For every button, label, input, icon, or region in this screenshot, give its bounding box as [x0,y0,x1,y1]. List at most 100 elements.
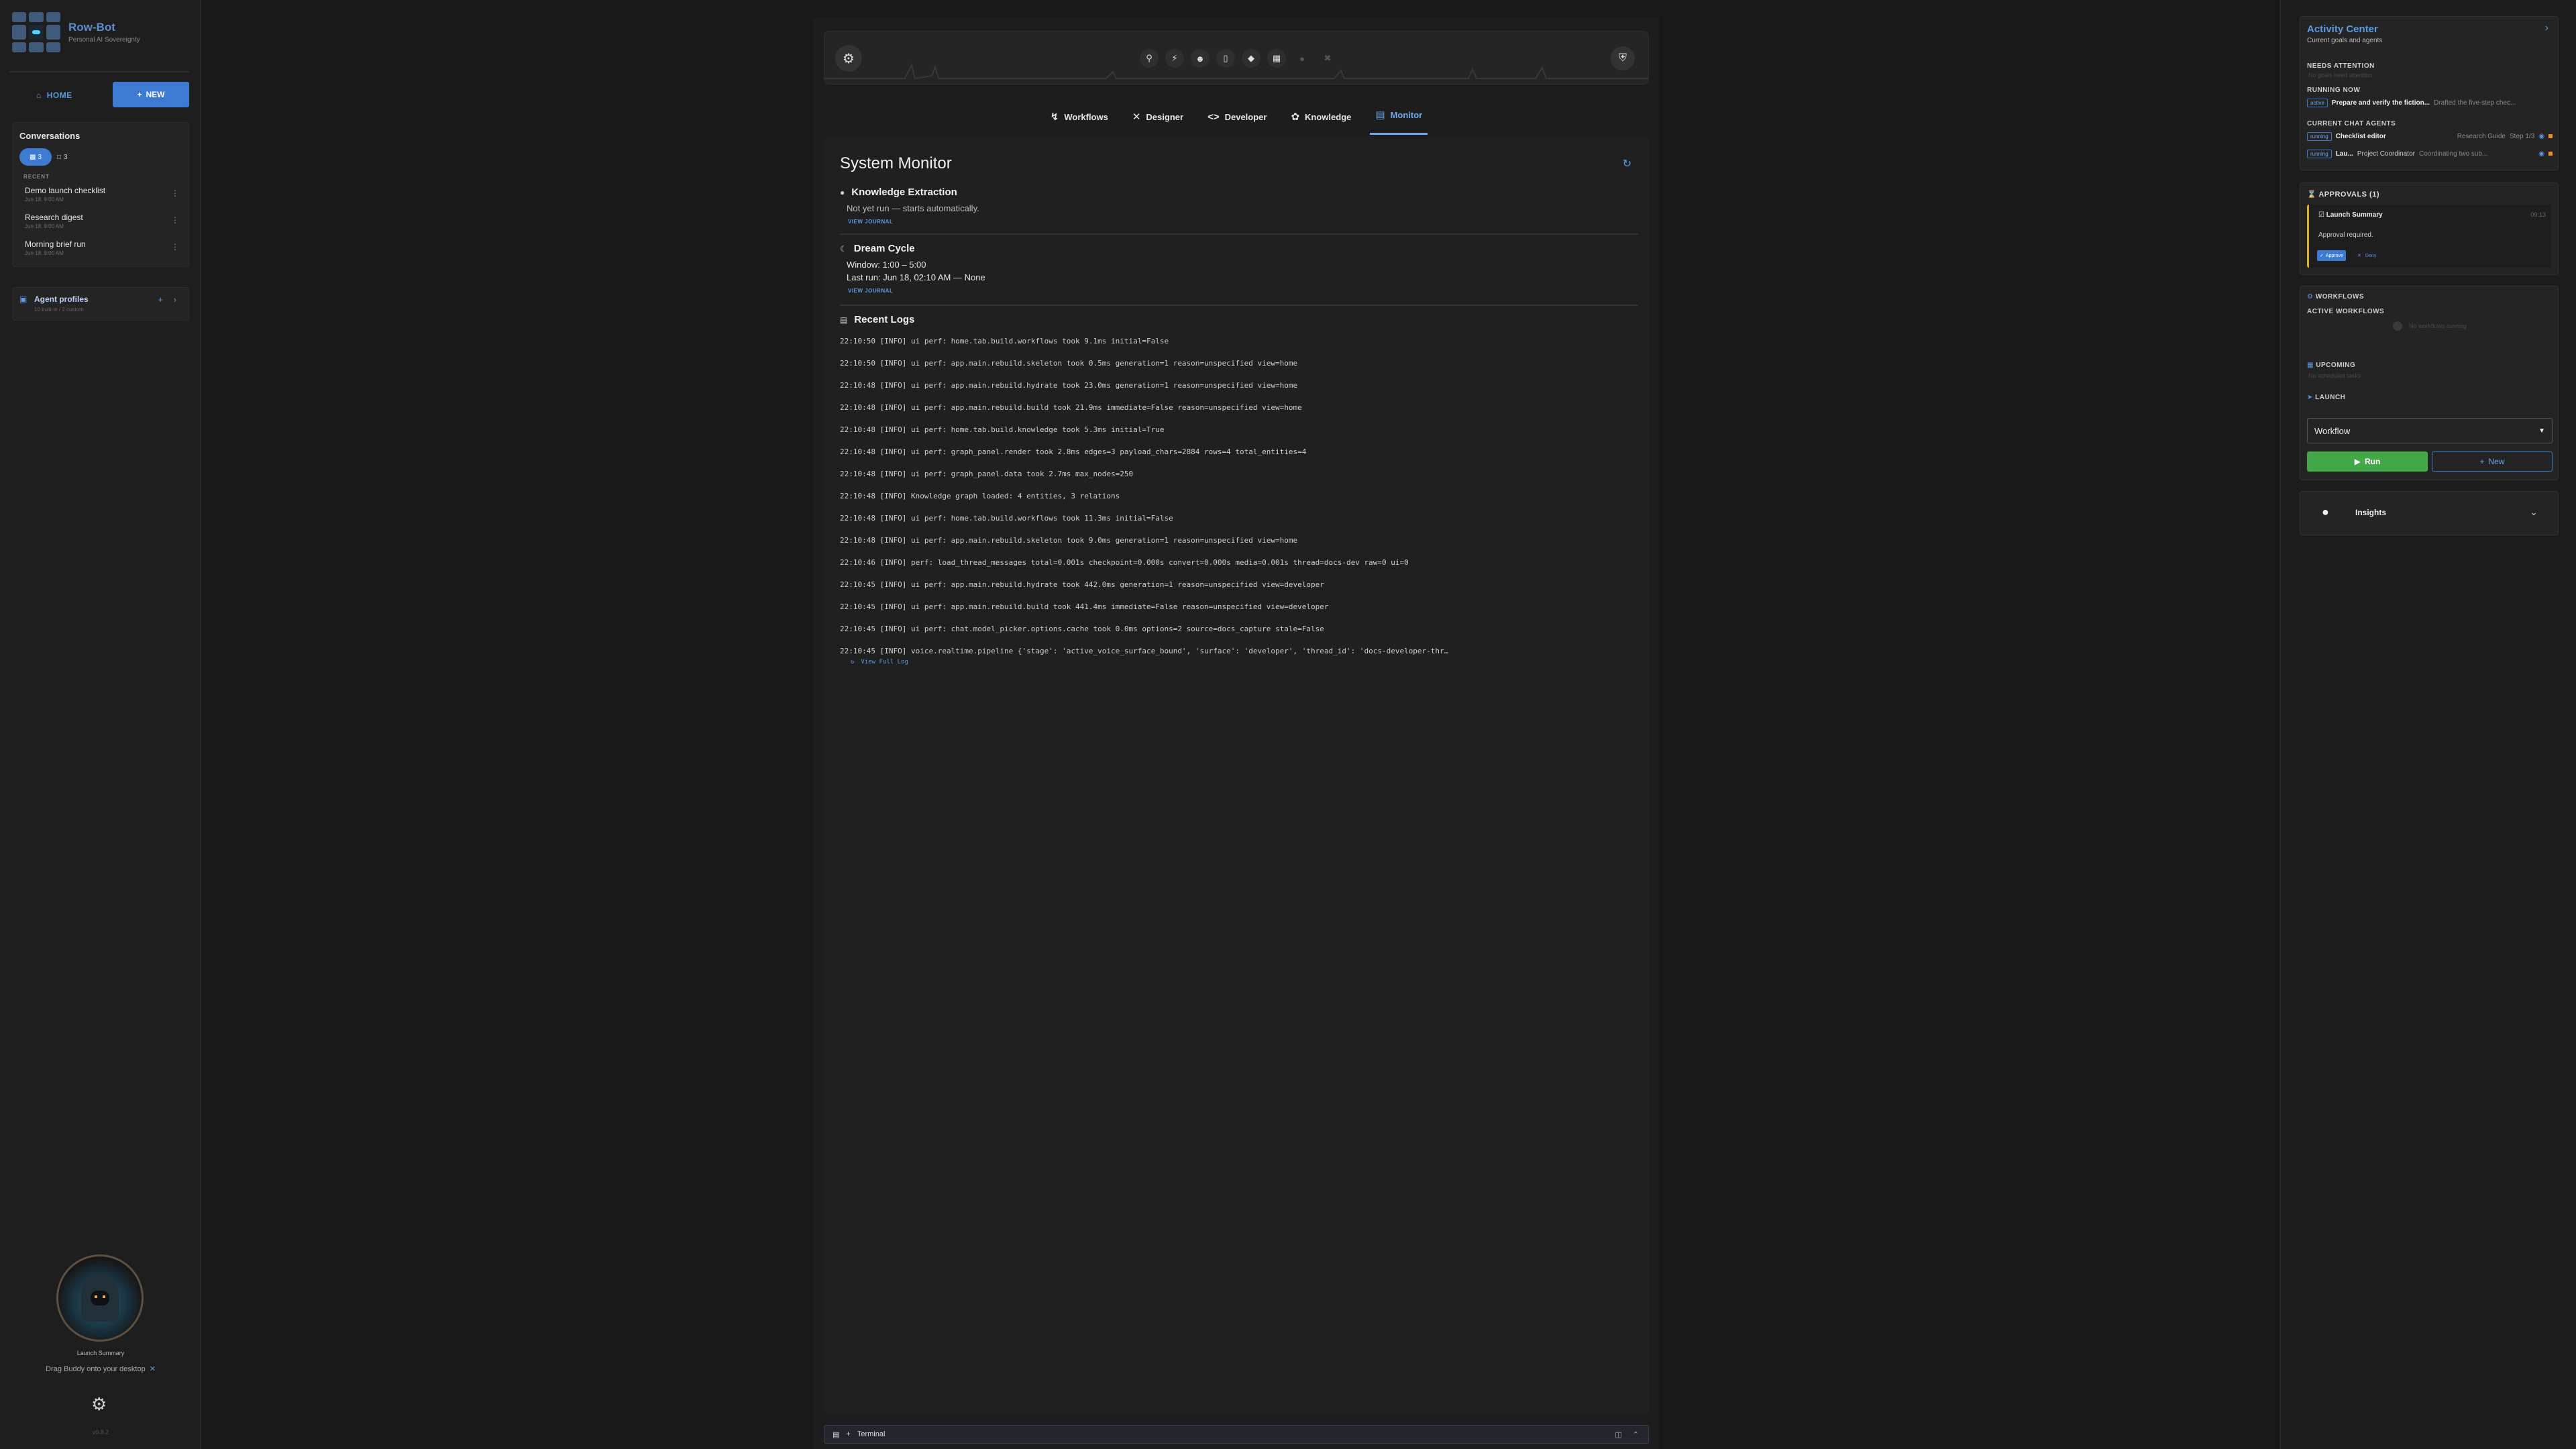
microphone-icon[interactable]: ● [1293,49,1311,68]
running-now-label: RUNNING NOW [2307,87,2361,94]
stop-icon[interactable] [2548,134,2553,138]
version-label: v0.8.2 [92,1429,109,1436]
agent-network-icon[interactable]: ☻ [1191,49,1210,68]
tab-monitor[interactable]: ▤ Monitor [1370,97,1428,135]
lock-icon: ☑ [2318,211,2324,219]
deny-button[interactable]: ✕ Deny [2357,250,2376,261]
refresh-icon[interactable]: ↻ [1623,157,1631,170]
terminal-label: Terminal [857,1430,885,1438]
empty-circle-icon [2392,321,2402,331]
approval-title-text: Launch Summary [2326,211,2383,219]
needs-attention-empty: No goals need attention [2308,72,2373,78]
active-workflows-empty: No workflows running [2300,321,2559,331]
tab-workflows[interactable]: ↯ Workflows [1045,97,1114,137]
goal-detail: Drafted the five-step chec... [2434,99,2516,107]
tab-knowledge[interactable]: ✿ Knowledge [1285,97,1356,137]
more-options-icon[interactable]: ⋮ [171,215,179,225]
conversation-item[interactable]: Demo launch checklist Jun 18, 9:00 AM ⋮ [25,186,186,203]
conversation-item[interactable]: Research digest Jun 18, 9:00 AM ⋮ [25,213,186,229]
chevron-right-icon[interactable]: › [174,294,176,305]
shield-icon[interactable]: ⛨ [1611,46,1635,70]
tab-label: Monitor [1390,109,1423,120]
upcoming-empty: No scheduled tasks [2308,372,2361,379]
bolt-icon: ↯ [1050,111,1059,123]
app-subtitle: Personal AI Sovereignty [68,36,140,44]
stop-icon[interactable] [2548,152,2553,156]
new-button[interactable]: + NEW [113,82,189,107]
home-button[interactable]: ⌂ HOME [27,83,82,107]
plus-icon: + [2479,457,2485,466]
settings-gear-icon[interactable]: ⚙ [91,1394,107,1415]
folder-icon[interactable]: ▯ [1216,49,1235,68]
split-view-icon[interactable]: ◫ [1615,1430,1621,1439]
close-icon[interactable]: ✕ [150,1365,156,1373]
search-globe-icon[interactable]: ⚲ [1140,49,1159,68]
refresh-icon: ↻ [851,659,855,665]
workflow-select[interactable]: Workflow ▼ [2307,418,2553,443]
active-workflows-label: ACTIVE WORKFLOWS [2307,308,2385,315]
view-full-log-link[interactable]: ↻ View Full Log [851,659,1645,665]
app-name: Row-Bot [68,21,115,34]
chevron-up-icon[interactable]: ⌃ [1633,1430,1639,1439]
log-line: 22:10:48 [INFO] ui perf: app.main.rebuil… [840,536,1298,545]
divider [840,233,1638,235]
calendar-icon: ▦ [2307,362,2314,369]
view-journal-link[interactable]: VIEW JOURNAL [848,288,1638,294]
rocket-icon: ➤ [2307,394,2313,401]
dream-cycle-section: ☾ Dream Cycle Window: 1:00 – 5:00 Last ru… [840,243,1638,294]
upcoming-label-text: UPCOMING [2316,362,2356,369]
tab-designer[interactable]: ✕ Designer [1127,97,1189,137]
log-line: 22:10:45 [INFO] ui perf: chat.model_pick… [840,625,1324,633]
puzzle-icon[interactable]: ◆ [1242,49,1260,68]
insights-card[interactable]: ● Insights ⌄ [2300,491,2559,535]
run-button[interactable]: ▶ Run [2307,451,2428,472]
chevron-right-icon[interactable]: › [2545,22,2548,34]
grid-icon[interactable]: ▦ [1267,49,1286,68]
chevron-down-icon[interactable]: ⌄ [2530,506,2538,518]
workflow-icon: ⚙ [2307,293,2314,301]
chats-filter[interactable]: □ 3 [57,148,68,166]
approve-label: Approve [2325,253,2343,258]
brand[interactable]: Row-Bot Personal AI Sovereignty [12,12,140,52]
agent-profiles-card[interactable]: ▣ Agent profiles 10 built-in / 2 custom … [12,287,189,321]
recent-label: RECENT [23,174,50,180]
workflows-label: ⚙ WORKFLOWS [2307,293,2364,301]
chat-agent-row[interactable]: running Lau... Project Coordinator Coord… [2307,148,2553,159]
log-line: 22:10:48 [INFO] Knowledge graph loaded: … [840,492,1120,500]
tab-developer[interactable]: <> Developer [1202,97,1272,137]
eye-icon[interactable]: ◉ [2538,150,2544,158]
approve-button[interactable]: ✓ Approve [2317,250,2346,261]
terminal-icon: ▤ [833,1430,840,1439]
chat-agent-row[interactable]: running Checklist editor Research Guide … [2307,131,2553,142]
add-agent-icon[interactable]: + [158,294,163,305]
more-options-icon[interactable]: ⋮ [171,242,179,252]
log-line: 22:10:48 [INFO] ui perf: home.tab.build.… [840,425,1165,434]
view-journal-link[interactable]: VIEW JOURNAL [848,219,1638,225]
plus-icon[interactable]: + [846,1430,850,1438]
new-workflow-button[interactable]: + New [2432,451,2553,472]
agent-profiles-title: Agent profiles [34,294,89,304]
conversation-item[interactable]: Morning brief run Jun 18, 9:00 AM ⋮ [25,239,186,256]
activity-center-title[interactable]: Activity Center [2307,23,2378,35]
bolt-icon[interactable]: ⚡ [1165,49,1184,68]
eye-icon[interactable]: ◉ [2538,133,2544,140]
buddy-avatar[interactable] [56,1254,144,1342]
conversation-name: Morning brief run [25,239,86,249]
settings-gear-icon[interactable]: ⚙ [835,45,862,72]
system-monitor-panel: System Monitor ↻ ● Knowledge Extraction N… [824,138,1649,1413]
log-line: 22:10:45 [INFO] ui perf: app.main.rebuil… [840,580,1324,589]
code-icon: <> [1208,111,1220,123]
tools-icon[interactable]: ✖ [1318,49,1337,68]
agent-task: Checklist editor [2335,132,2386,140]
log-line: 22:10:46 [INFO] perf: load_thread_messag… [840,558,1409,567]
activity-center-card: Activity Center Current goals and agents… [2300,16,2559,170]
agent-profiles-subtitle: 10 built-in / 2 custom [34,307,84,313]
terminal-bar[interactable]: ▤ + Terminal ◫ ⌃ [824,1425,1649,1444]
more-options-icon[interactable]: ⋮ [171,189,179,198]
insights-label: Insights [2355,508,2387,517]
new-workflow-label: New [2488,457,2505,466]
deny-label: Deny [2365,253,2377,258]
running-goal-row[interactable]: active Prepare and verify the fiction...… [2307,97,2553,108]
active-chats-filter[interactable]: ▩ 3 [19,148,52,166]
launch-label-text: LAUNCH [2315,394,2346,401]
